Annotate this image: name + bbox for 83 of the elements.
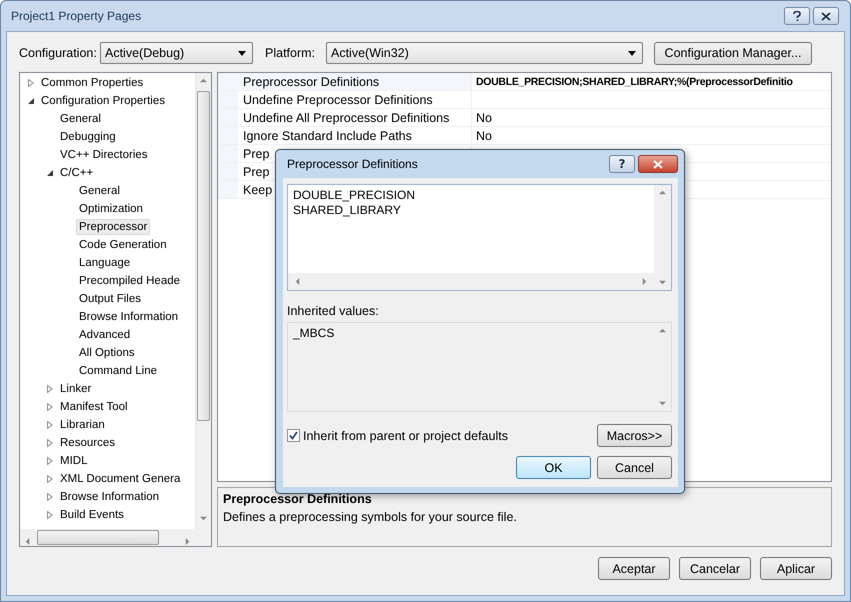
scroll-left-icon[interactable] (24, 538, 31, 545)
definition-line: SHARED_LIBRARY (293, 203, 401, 218)
tree-item[interactable]: Common Properties (38, 75, 146, 91)
dialog-button[interactable]: Cancelar (679, 557, 751, 580)
window-title: Project1 Property Pages (11, 9, 142, 23)
dialog-button[interactable]: Aplicar (760, 557, 832, 580)
close-button[interactable] (813, 7, 839, 25)
property-value[interactable]: DOUBLE_PRECISION;SHARED_LIBRARY;%(PreprocessorDefinitio (476, 76, 793, 88)
scroll-down-icon[interactable] (659, 400, 666, 407)
configuration-manager-button[interactable]: Configuration Manager... (654, 42, 812, 64)
description-title: Preprocessor Definitions (223, 492, 372, 506)
close-icon (653, 160, 663, 168)
collapse-icon[interactable] (47, 170, 53, 176)
close-icon (821, 12, 831, 20)
expand-icon[interactable] (47, 385, 53, 393)
tree-item[interactable]: Language (76, 255, 134, 271)
expand-icon[interactable] (47, 421, 53, 429)
scroll-up-icon[interactable] (659, 327, 666, 334)
caret-icon (238, 50, 246, 56)
expand-icon[interactable] (28, 79, 34, 87)
collapse-icon[interactable] (28, 98, 34, 104)
tree-item[interactable]: Command Line (76, 363, 160, 379)
definitions-field[interactable]: DOUBLE_PRECISION SHARED_LIBRARY (287, 184, 672, 291)
tree-item[interactable]: Preprocessor (76, 219, 150, 235)
tree-item[interactable]: Precompiled Heade (76, 273, 184, 289)
scrollbar[interactable] (20, 529, 211, 546)
tree-item[interactable]: Configuration Properties (38, 93, 168, 109)
help-button[interactable]: ? (609, 155, 635, 173)
expand-icon[interactable] (47, 511, 53, 519)
tree-item[interactable]: C/C++ (57, 165, 96, 181)
macros-button[interactable]: Macros>> (597, 424, 672, 447)
checkbox-label[interactable]: Inherit from parent or project defaults (303, 428, 508, 442)
expand-icon[interactable] (47, 457, 53, 465)
inherited-line: _MBCS (293, 326, 334, 341)
property-value[interactable]: No (476, 110, 492, 124)
checkbox[interactable] (287, 429, 300, 442)
scroll-up-icon[interactable] (659, 189, 666, 196)
scroll-down-icon[interactable] (200, 515, 207, 522)
tree-item[interactable]: Build Events (57, 507, 127, 523)
scrollbar[interactable] (195, 73, 211, 529)
tree-item[interactable]: Debugging (57, 129, 119, 145)
expand-icon[interactable] (47, 439, 53, 447)
tree-item[interactable]: Browse Information (57, 489, 162, 505)
scroll-up-icon[interactable] (200, 77, 207, 84)
platform-dropdown[interactable]: Active(Win32) (326, 42, 643, 64)
tree-item[interactable]: Output Files (76, 291, 144, 307)
scroll-down-icon[interactable] (659, 279, 666, 286)
tree-item[interactable]: All Options (76, 345, 138, 361)
configuration-dropdown[interactable]: Active(Debug) (100, 42, 253, 64)
tree-item[interactable]: Linker (57, 381, 94, 397)
expand-icon[interactable] (47, 493, 53, 501)
question-icon (793, 10, 801, 22)
tree-item[interactable]: Resources (57, 435, 118, 451)
property-value[interactable]: No (476, 128, 492, 142)
ok-button[interactable]: OK (516, 456, 591, 479)
platform-label: Platform: (265, 46, 316, 60)
inherited-label: Inherited values: (287, 304, 379, 318)
tree-item[interactable]: Browse Information (76, 309, 182, 325)
caret-icon (628, 50, 636, 56)
tree-item[interactable]: Advanced (76, 327, 134, 343)
tree-item[interactable]: Librarian (57, 417, 108, 433)
expand-icon[interactable] (47, 403, 53, 411)
cancel-button[interactable]: Cancel (597, 456, 672, 479)
tree-item[interactable]: VC++ Directories (57, 147, 151, 163)
dialog-title: Preprocessor Definitions (287, 157, 418, 171)
property-name[interactable]: Preprocessor Definitions (238, 73, 472, 90)
help-button[interactable] (784, 7, 810, 25)
tree-item[interactable]: Manifest Tool (57, 399, 131, 415)
tree-item[interactable]: XML Document Genera (57, 471, 184, 487)
definition-line: DOUBLE_PRECISION (293, 188, 416, 203)
description-text: Defines a preprocessing symbols for your source file. (223, 510, 517, 524)
configuration-label: Configuration: (19, 46, 98, 60)
scroll-right-icon[interactable] (184, 538, 191, 545)
tree-item[interactable]: Code Generation (76, 237, 170, 253)
tree-item[interactable]: General (76, 183, 123, 199)
tree-item[interactable]: Optimization (76, 201, 146, 217)
expand-icon[interactable] (47, 475, 53, 483)
tree-item[interactable]: MIDL (57, 453, 90, 469)
close-button[interactable] (638, 155, 678, 173)
tree-item[interactable]: General (57, 111, 104, 127)
dialog-button[interactable]: Aceptar (598, 557, 670, 580)
scroll-right-icon[interactable] (641, 278, 648, 285)
scroll-left-icon[interactable] (294, 278, 301, 285)
